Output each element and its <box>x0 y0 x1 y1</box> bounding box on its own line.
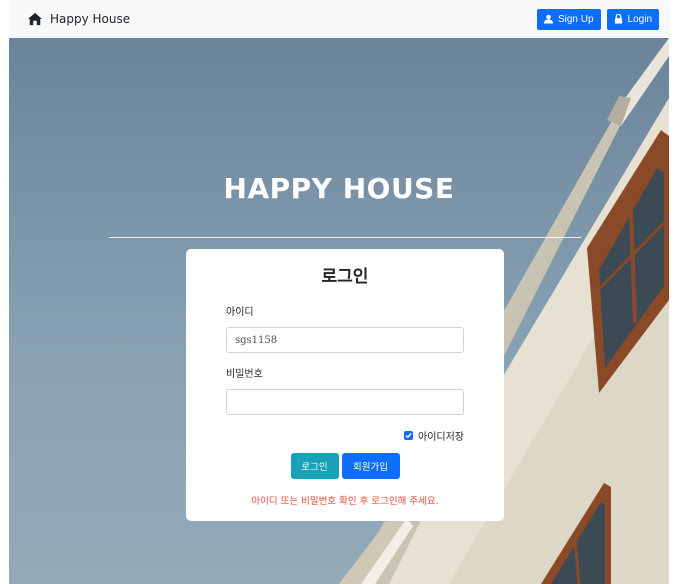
home-icon <box>28 12 42 26</box>
signup-nav-label: Sign Up <box>557 13 594 25</box>
id-label: 아이디 <box>226 307 254 318</box>
user-icon <box>543 14 553 24</box>
remember-id-checkbox[interactable] <box>404 431 413 440</box>
form-buttons: 로그인 회원가입 <box>226 453 464 479</box>
hero-title: HAPPY HOUSE <box>223 172 455 205</box>
login-button[interactable]: 로그인 <box>290 453 339 479</box>
password-input[interactable] <box>226 389 464 415</box>
login-nav-button[interactable]: Login <box>606 8 659 30</box>
brand-label: Happy House <box>50 12 131 26</box>
signup-button[interactable]: 회원가입 <box>341 453 400 479</box>
password-label: 비밀번호 <box>226 369 263 380</box>
id-input-value: sgs1158 <box>235 334 278 346</box>
check-icon <box>405 432 412 439</box>
login-nav-label: Login <box>627 13 652 25</box>
signup-nav-button[interactable]: Sign Up <box>536 8 601 30</box>
navbar-brand[interactable]: Happy House <box>28 12 130 26</box>
id-input[interactable]: sgs1158 <box>226 327 464 353</box>
lock-icon <box>614 14 622 24</box>
navbar: Happy House Sign Up Login <box>9 0 669 38</box>
error-message: 아이디 또는 비밀번호 확인 후 로그인해 주세요. <box>251 496 439 507</box>
remember-id-label[interactable]: 아이디저장 <box>418 428 464 443</box>
nav-actions: Sign Up Login <box>536 8 659 30</box>
hero-divider <box>109 237 581 238</box>
login-title: 로그인 <box>321 267 369 287</box>
login-card: 로그인 아이디 sgs1158 비밀번호 아이디저장 로그인 회원가입 아이디 … <box>186 249 504 521</box>
remember-id-row: 아이디저장 <box>226 428 464 443</box>
